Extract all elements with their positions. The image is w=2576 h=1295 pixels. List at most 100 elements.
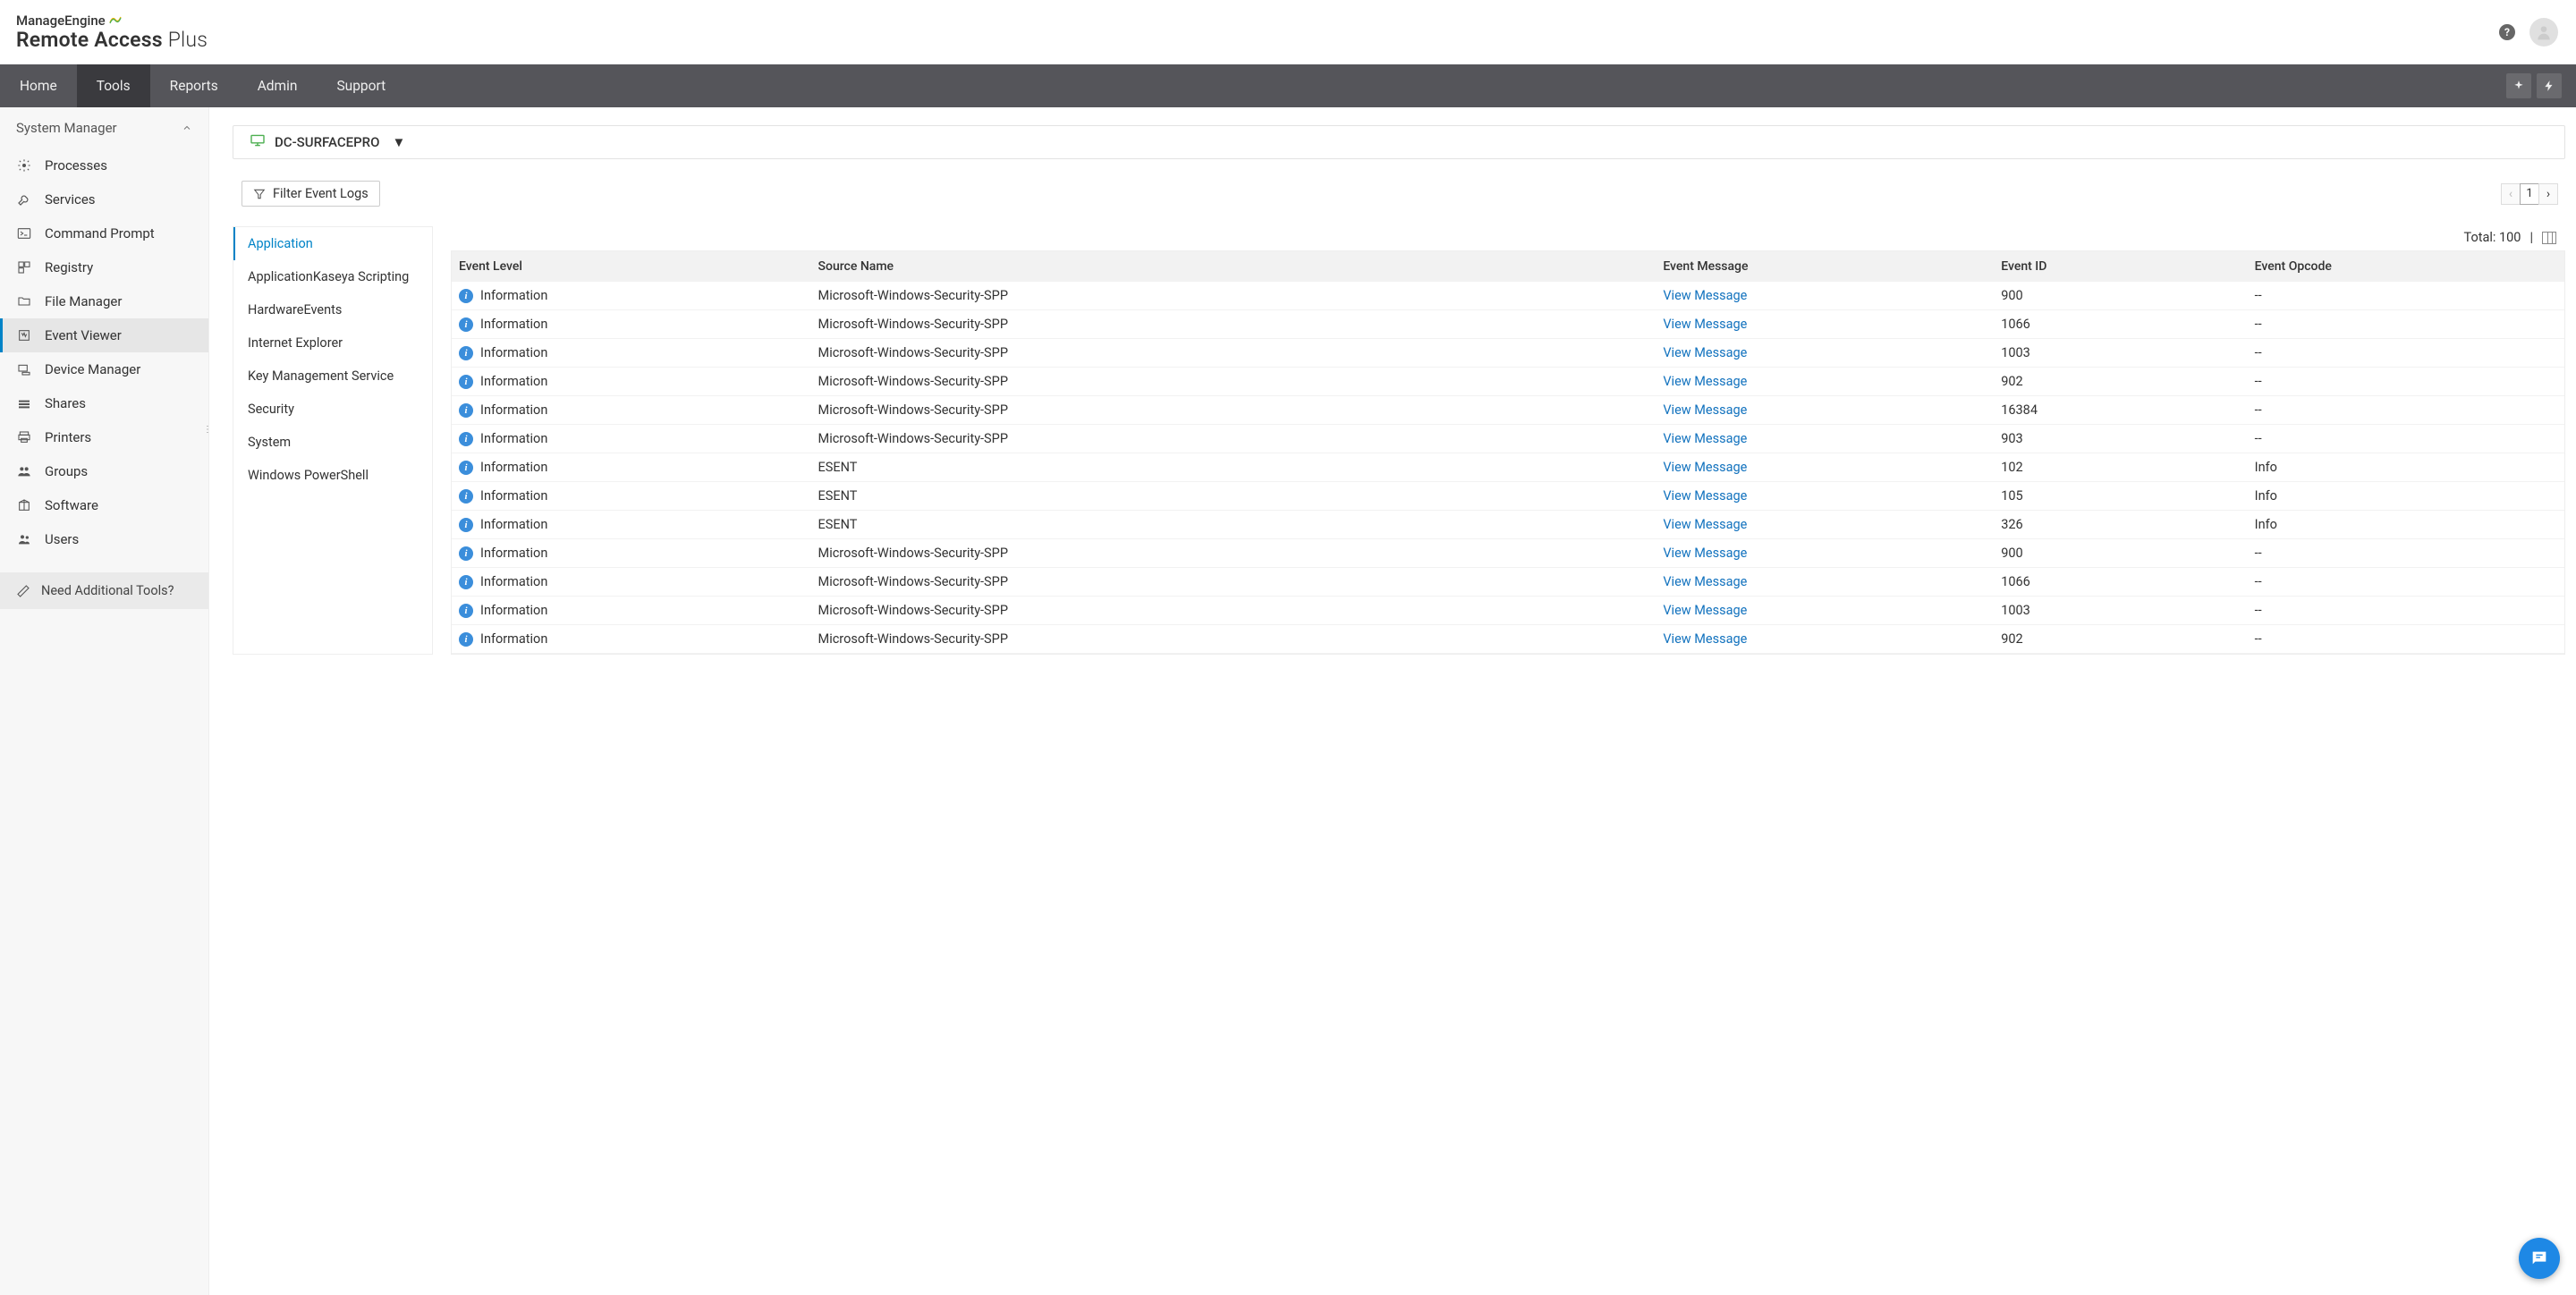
quick-launch-button[interactable] [2506,73,2531,98]
sidebar-item-groups[interactable]: Groups [0,454,208,488]
sidebar-item-device-manager[interactable]: Device Manager [0,352,208,386]
info-icon: i [459,432,473,446]
chat-fab[interactable] [2519,1238,2560,1279]
filter-event-logs-button[interactable]: Filter Event Logs [242,181,380,207]
sidebar-item-command-prompt[interactable]: Command Prompt [0,216,208,250]
cell-event-level: Information [480,288,547,303]
info-icon: i [459,289,473,303]
view-message-link[interactable]: View Message [1663,374,1747,389]
topnav-item-support[interactable]: Support [317,64,405,107]
sidebar-additional-tools[interactable]: Need Additional Tools? [0,572,208,609]
cell-event-level: Information [480,546,547,561]
topnav-item-tools[interactable]: Tools [77,64,150,107]
view-message-link[interactable]: View Message [1663,345,1747,360]
cell-source-name: Microsoft-Windows-Security-SPP [811,310,1657,339]
sidebar-item-file-manager[interactable]: File Manager [0,284,208,318]
pager-next-button[interactable]: › [2538,183,2558,205]
sidebar-item-software[interactable]: Software [0,488,208,522]
info-icon: i [459,546,473,561]
column-header[interactable]: Source Name [811,251,1657,282]
column-header[interactable]: Event ID [1994,251,2247,282]
category-item-applicationkaseya-scripting[interactable]: ApplicationKaseya Scripting [233,260,432,293]
table-row: iInformationESENTView Message326Info [452,511,2564,539]
column-header[interactable]: Event Opcode [2248,251,2564,282]
table-row: iInformationMicrosoft-Windows-Security-S… [452,339,2564,368]
category-item-windows-powershell[interactable]: Windows PowerShell [233,459,432,492]
view-message-link[interactable]: View Message [1663,288,1747,303]
cell-event-opcode: -- [2248,282,2564,310]
category-item-key-management-service[interactable]: Key Management Service [233,360,432,393]
avatar[interactable] [2529,18,2558,47]
cell-event-id: 903 [1994,425,2247,453]
sidebar-item-printers[interactable]: Printers [0,420,208,454]
view-message-link[interactable]: View Message [1663,488,1747,504]
category-item-internet-explorer[interactable]: Internet Explorer [233,326,432,360]
cell-event-id: 900 [1994,282,2247,310]
cell-event-level: Information [480,574,547,589]
sidebar-item-label: Groups [45,463,88,479]
column-chooser-icon[interactable] [2542,232,2556,244]
view-message-link[interactable]: View Message [1663,603,1747,618]
sidebar-footer-label: Need Additional Tools? [41,583,174,598]
cell-source-name: ESENT [811,482,1657,511]
sidebar-item-users[interactable]: Users [0,522,208,556]
users-icon [16,531,32,547]
info-icon: i [459,375,473,389]
topnav-item-reports[interactable]: Reports [150,64,238,107]
sidebar-section-system-manager[interactable]: System Manager [0,107,208,148]
view-message-link[interactable]: View Message [1663,460,1747,475]
sidebar-item-registry[interactable]: Registry [0,250,208,284]
brand-logo: ManageEngine Remote Access Plus [16,13,208,51]
categories-panel: ApplicationApplicationKaseya ScriptingHa… [233,226,433,655]
cell-event-id: 102 [1994,453,2247,482]
view-message-link[interactable]: View Message [1663,402,1747,418]
view-message-link[interactable]: View Message [1663,574,1747,589]
column-header[interactable]: Event Message [1656,251,1994,282]
category-item-security[interactable]: Security [233,393,432,426]
info-icon: i [459,604,473,618]
sidebar-item-shares[interactable]: Shares [0,386,208,420]
view-message-link[interactable]: View Message [1663,317,1747,332]
table-row: iInformationMicrosoft-Windows-Security-S… [452,396,2564,425]
sidebar-item-event-viewer[interactable]: Event Viewer [0,318,208,352]
category-item-system[interactable]: System [233,426,432,459]
package-icon [16,497,32,513]
view-message-link[interactable]: View Message [1663,546,1747,561]
brand-top: ManageEngine [16,13,106,29]
pager-prev-button[interactable]: ‹ [2501,183,2521,205]
cell-event-id: 1003 [1994,339,2247,368]
cell-event-level: Information [480,603,547,618]
terminal-icon [16,225,32,241]
help-icon[interactable]: ? [2499,24,2515,40]
pencil-icon [16,584,30,598]
device-selector[interactable]: DC-SURFACEPRO ▼ [233,125,2565,159]
info-icon: i [459,489,473,504]
category-item-hardwareevents[interactable]: HardwareEvents [233,293,432,326]
cell-event-id: 902 [1994,368,2247,396]
topnav-item-home[interactable]: Home [0,64,77,107]
table-row: i Information Microsoft-Windows-Security-S… [452,539,2564,568]
cell-source-name: Microsoft-Windows-Security-SPP [811,625,1657,654]
info-icon: i [459,346,473,360]
table-row: iInformationMicrosoft-Windows-Security-S… [452,568,2564,597]
registry-icon [16,259,32,275]
caret-down-icon: ▼ [392,134,405,150]
power-button[interactable] [2537,73,2562,98]
view-message-link[interactable]: View Message [1663,431,1747,446]
sidebar-item-processes[interactable]: Processes [0,148,208,182]
view-message-link[interactable]: View Message [1663,517,1747,532]
column-header[interactable]: Event Level [452,251,811,282]
topnav-item-admin[interactable]: Admin [238,64,318,107]
cell-event-level: Information [480,460,547,475]
brand-gradient-icon [109,15,122,27]
cell-source-name: Microsoft-Windows-Security-SPP [811,539,1657,568]
cell-source-name: ESENT [811,453,1657,482]
category-item-application[interactable]: Application [233,227,432,260]
filter-label: Filter Event Logs [273,186,369,201]
view-message-link[interactable]: View Message [1663,631,1747,647]
cell-event-id: 1003 [1994,597,2247,625]
info-icon: i [459,461,473,475]
cell-event-id: 900 [1994,539,2247,568]
cell-event-level: Information [480,374,547,389]
sidebar-item-services[interactable]: Services [0,182,208,216]
